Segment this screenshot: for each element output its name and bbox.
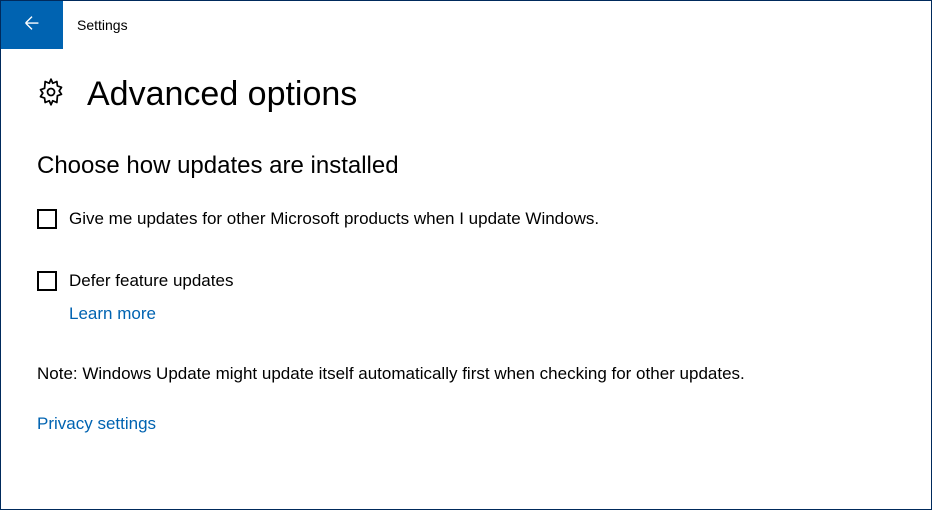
header-bar: Settings: [1, 1, 931, 49]
learn-more-link[interactable]: Learn more: [69, 304, 156, 324]
privacy-settings-link[interactable]: Privacy settings: [37, 414, 156, 433]
section-title: Choose how updates are installed: [37, 152, 895, 180]
label-defer-updates: Defer feature updates: [69, 270, 233, 292]
header-title: Settings: [77, 17, 128, 33]
page-heading: Advanced options: [37, 75, 895, 114]
gear-icon: [37, 78, 87, 111]
option-defer-updates: Defer feature updates Learn more: [37, 270, 895, 324]
checkbox-microsoft-products[interactable]: [37, 209, 57, 229]
content-area: Advanced options Choose how updates are …: [1, 49, 931, 434]
back-button[interactable]: [1, 1, 63, 49]
option-microsoft-products: Give me updates for other Microsoft prod…: [37, 208, 895, 230]
note-text: Note: Windows Update might update itself…: [37, 364, 895, 384]
label-microsoft-products: Give me updates for other Microsoft prod…: [69, 208, 599, 230]
back-arrow-icon: [21, 12, 43, 39]
checkbox-defer-updates[interactable]: [37, 271, 57, 291]
page-title: Advanced options: [87, 75, 357, 114]
